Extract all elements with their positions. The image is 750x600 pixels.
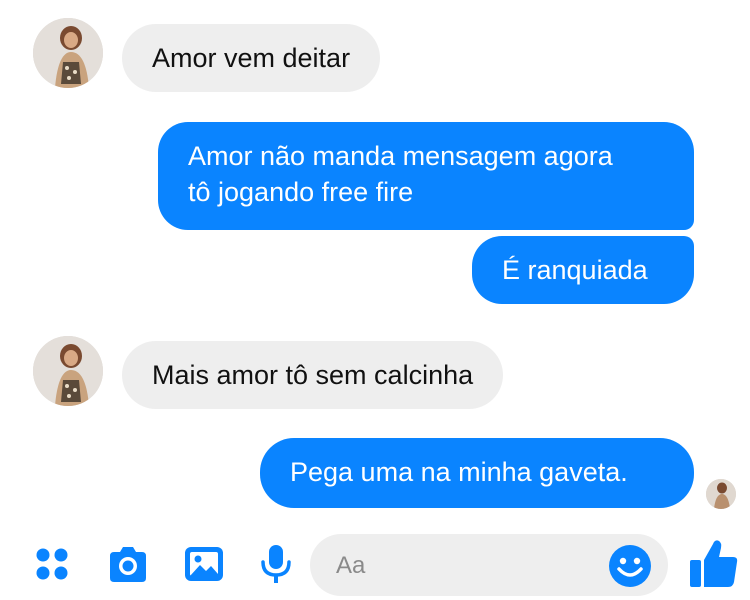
message-text: Pega uma na minha gaveta. [290, 457, 628, 487]
seen-avatar-image [706, 479, 736, 509]
contact-avatar-image [33, 336, 103, 406]
contact-avatar[interactable] [33, 336, 103, 406]
message-composer [0, 520, 750, 600]
message-text-line-1: Amor não manda mensagem agora [188, 141, 613, 171]
message-input[interactable] [334, 542, 608, 590]
outgoing-message[interactable]: Pega uma na minha gaveta. [260, 438, 694, 508]
incoming-message[interactable]: Amor vem deitar [122, 24, 381, 92]
seen-avatar [706, 479, 736, 509]
emoji-icon[interactable] [608, 544, 652, 588]
message-text: É ranquiada [502, 255, 648, 285]
message-text: Mais amor tô sem calcinha [152, 360, 474, 390]
apps-icon[interactable] [30, 542, 74, 586]
contact-avatar[interactable] [33, 18, 103, 88]
microphone-icon[interactable] [254, 542, 298, 586]
outgoing-message[interactable]: Amor não manda mensagem agora tô jogando… [158, 122, 694, 230]
contact-avatar-image [33, 18, 103, 88]
thumbs-up-icon[interactable] [688, 536, 740, 590]
gallery-icon[interactable] [182, 542, 226, 586]
message-input-container[interactable] [310, 534, 668, 596]
outgoing-message[interactable]: É ranquiada [472, 236, 694, 304]
incoming-message[interactable]: Mais amor tô sem calcinha [122, 341, 504, 409]
message-text: Amor vem deitar [152, 43, 351, 73]
message-text-line-2: tô jogando free fire [188, 177, 414, 207]
camera-icon[interactable] [106, 542, 150, 586]
